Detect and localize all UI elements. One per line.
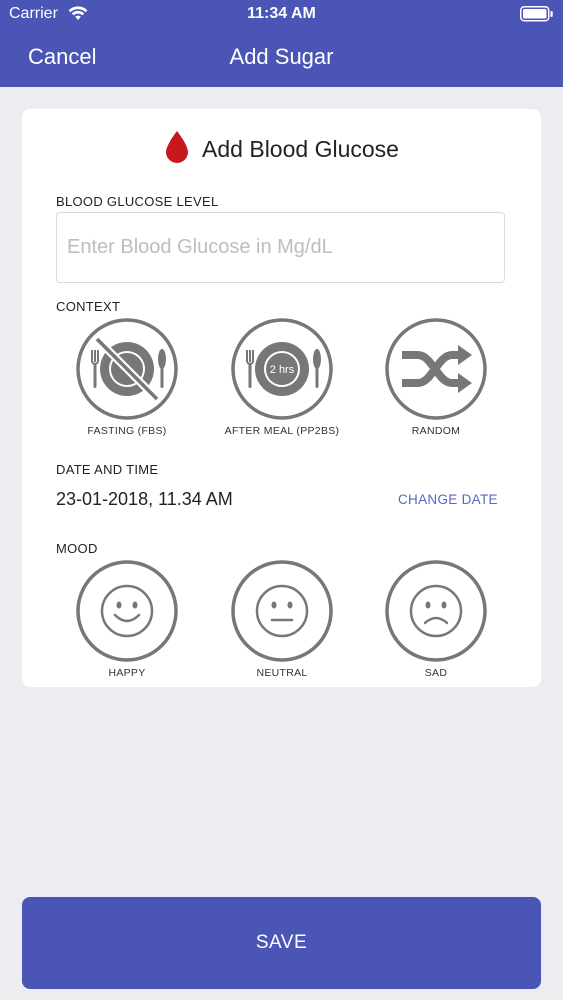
battery-icon xyxy=(520,6,554,27)
neutral-face-icon xyxy=(230,559,334,663)
save-button[interactable]: SAVE xyxy=(22,897,541,989)
plate-badge-text: 2 hrs xyxy=(270,364,295,376)
mood-label: MOOD xyxy=(56,541,98,556)
context-label: CONTEXT xyxy=(56,299,121,314)
context-option-label: FASTING (FBS) xyxy=(87,425,167,437)
mood-option-label: NEUTRAL xyxy=(256,667,308,679)
fasting-plate-icon xyxy=(75,317,179,421)
context-option-random[interactable]: RANDOM xyxy=(361,317,511,437)
glucose-card: Add Blood Glucose BLOOD GLUCOSE LEVEL CO… xyxy=(22,109,541,687)
mood-option-label: HAPPY xyxy=(108,667,146,679)
mood-option-happy[interactable]: HAPPY xyxy=(52,559,202,679)
datetime-label: DATE AND TIME xyxy=(56,462,159,477)
shuffle-icon xyxy=(384,317,488,421)
blood-drop-icon xyxy=(164,130,190,169)
happy-face-icon xyxy=(75,559,179,663)
status-time: 11:34 AM xyxy=(247,5,316,22)
nav-header: Carrier 11:34 AM Cancel Add Sugar xyxy=(0,0,563,87)
card-title-row: Add Blood Glucose xyxy=(22,130,541,169)
context-option-label: AFTER MEAL (PP2BS) xyxy=(224,425,340,437)
card-title: Add Blood Glucose xyxy=(202,135,399,162)
status-bar: Carrier 11:34 AM xyxy=(0,0,563,30)
context-option-label: RANDOM xyxy=(411,425,461,437)
mood-option-label: SAD xyxy=(424,667,448,679)
context-option-fasting[interactable]: FASTING (FBS) xyxy=(52,317,202,437)
nav-title: Add Sugar xyxy=(229,44,334,69)
datetime-value: 23-01-2018, 11.34 AM xyxy=(56,489,233,509)
sad-face-icon xyxy=(384,559,488,663)
glucose-input[interactable] xyxy=(56,212,505,283)
mood-option-neutral[interactable]: NEUTRAL xyxy=(207,559,357,679)
change-date-button[interactable]: CHANGE DATE xyxy=(398,492,498,507)
after-meal-plate-icon: 2 hrs xyxy=(230,317,334,421)
mood-option-sad[interactable]: SAD xyxy=(361,559,511,679)
glucose-level-label: BLOOD GLUCOSE LEVEL xyxy=(56,194,219,209)
context-option-after-meal[interactable]: 2 hrs AFTER MEAL (PP2BS) xyxy=(207,317,357,437)
